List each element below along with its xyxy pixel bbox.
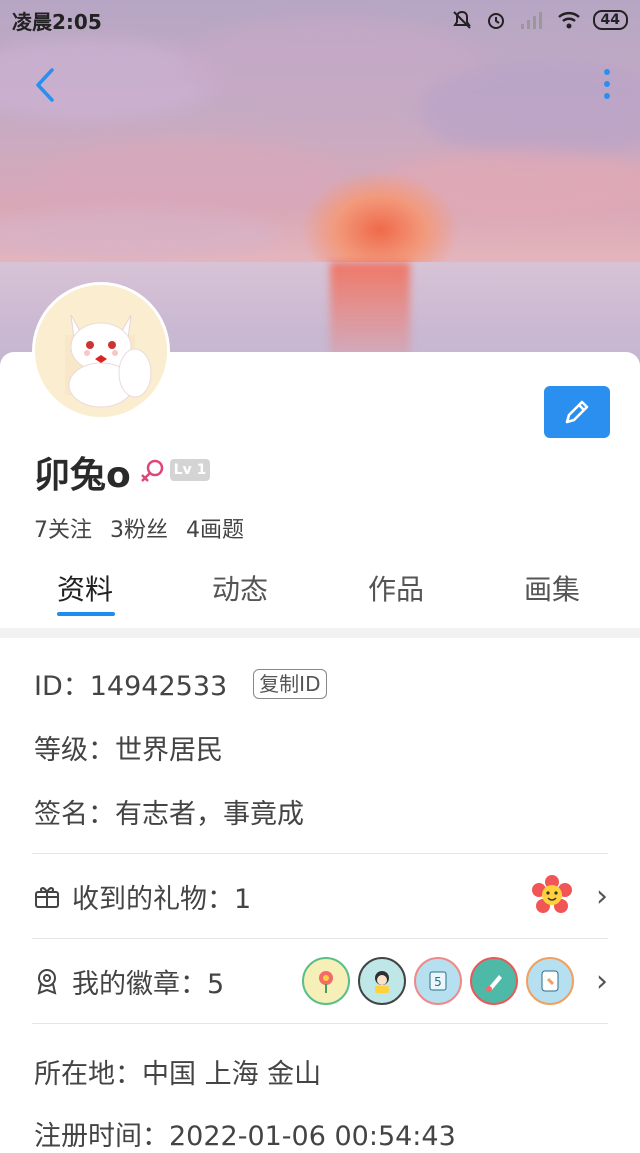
follow-count[interactable]: 7关注: [34, 512, 92, 544]
avatar[interactable]: [32, 282, 170, 420]
active-tab-indicator: [57, 612, 115, 616]
user-signature: 签名：有志者，事竟成: [34, 799, 304, 830]
edit-icon: [565, 400, 589, 424]
profile-tabs: 资料 动态 作品 画集: [0, 568, 640, 618]
badge-icon: [37, 969, 57, 995]
alarm-icon: [487, 13, 504, 29]
flower-gift-icon: [532, 875, 572, 913]
tab-works[interactable]: 作品: [368, 568, 424, 608]
chevron-right-icon: ›: [596, 963, 608, 999]
flower-badge-icon: [302, 957, 350, 1005]
chevron-right-icon: ›: [596, 878, 608, 914]
mute-icon: [452, 10, 471, 29]
tab-albums[interactable]: 画集: [524, 568, 580, 608]
user-id: ID：14942533: [34, 671, 228, 702]
fans-count[interactable]: 3粉丝: [110, 512, 168, 544]
profile-stats: 7关注 3粉丝 4画题: [34, 512, 244, 544]
gift-icon: [35, 887, 59, 908]
wifi-icon: [557, 12, 580, 29]
gifts-label: 收到的礼物：1: [72, 883, 252, 915]
gifts-row[interactable]: 收到的礼物：1 ›: [32, 854, 608, 938]
female-gender-icon: [140, 459, 163, 482]
section-divider: [0, 628, 640, 638]
user-level: 等级：世界居民: [34, 735, 223, 766]
user-location: 所在地：中国 上海 金山: [34, 1059, 322, 1090]
more-icon: [604, 69, 610, 99]
level-badge: Lv 1: [170, 459, 210, 481]
number-five-badge-icon: 5: [414, 957, 462, 1005]
tab-profile-info[interactable]: 资料: [57, 568, 113, 608]
status-bar: 凌晨2:05 44: [0, 0, 640, 40]
white-fox-avatar-image: [35, 285, 167, 417]
signal-icon: [520, 12, 542, 29]
back-icon: [36, 68, 54, 102]
tab-activity[interactable]: 动态: [212, 568, 268, 608]
works-count[interactable]: 4画题: [186, 512, 244, 544]
hi-girl-badge-icon: [358, 957, 406, 1005]
nickname-row: 卯兔o: [34, 446, 167, 498]
more-button[interactable]: [596, 66, 618, 106]
svg-text:5: 5: [434, 975, 442, 989]
register-time: 注册时间：2022-01-06 00:54:43: [34, 1121, 456, 1152]
back-button[interactable]: [28, 62, 68, 108]
status-time: 凌晨2:05: [12, 9, 102, 34]
battery-indicator: 44: [592, 10, 628, 30]
nickname: 卯兔o: [34, 455, 131, 496]
badges-row[interactable]: 我的徽章：5 5 ›: [32, 939, 608, 1023]
copy-id-button[interactable]: 复制ID: [253, 668, 327, 699]
row-divider: [32, 1023, 608, 1024]
badges-label: 我的徽章：5: [72, 968, 225, 1000]
edit-profile-button[interactable]: [544, 386, 610, 438]
brush-badge-icon: [470, 957, 518, 1005]
user-id-row: ID：14942533 复制ID: [34, 664, 327, 703]
tablet-badge-icon: [526, 957, 574, 1005]
